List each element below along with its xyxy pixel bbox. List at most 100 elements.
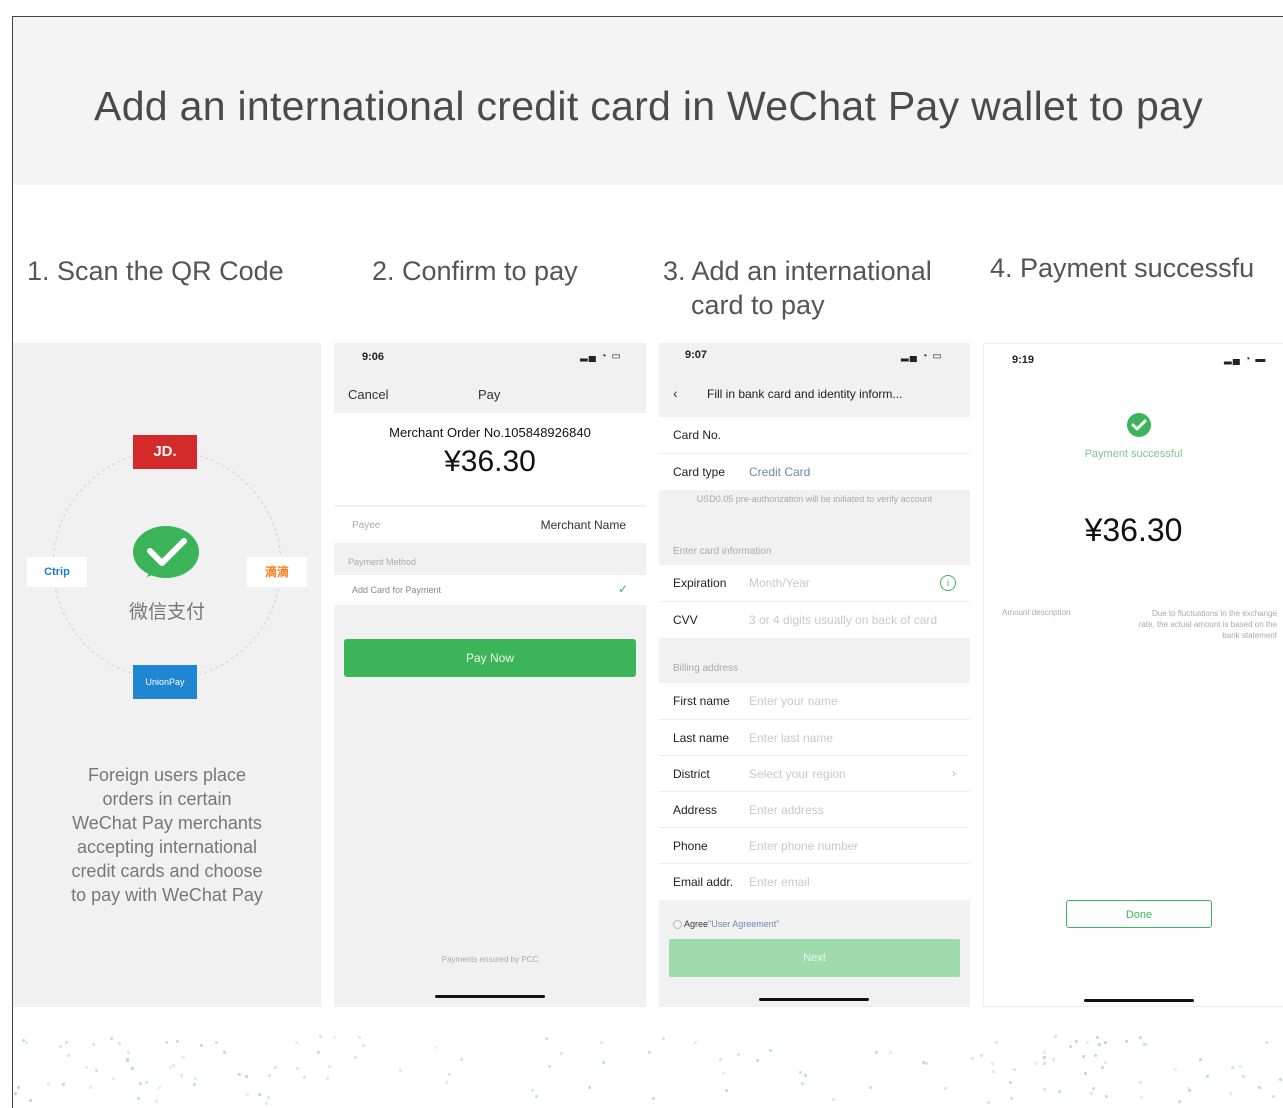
decorative-dot: [801, 1081, 805, 1085]
card-type-row[interactable]: Card type Credit Card: [659, 453, 970, 490]
decorative-dot: [332, 1035, 336, 1039]
cvv-input[interactable]: 3 or 4 digits usually on back of card: [749, 613, 937, 627]
decorative-dot: [1094, 1054, 1098, 1058]
payments-footer: Payments ensured by PCC: [441, 955, 539, 964]
decorative-dot: [1199, 1057, 1203, 1061]
decorative-dot: [1174, 1068, 1178, 1072]
decorative-dot: [1053, 1035, 1057, 1038]
decorative-dot: [1095, 1035, 1099, 1039]
decorative-dot: [125, 1058, 129, 1062]
decorative-dot: [1091, 1086, 1095, 1090]
decorative-dot: [144, 1081, 148, 1085]
card-number-row[interactable]: Card No.: [659, 417, 970, 453]
step-1-description: Foreign users place orders in certain We…: [13, 763, 321, 907]
decorative-dot: [1075, 1040, 1079, 1044]
decorative-dot: [1140, 1096, 1144, 1100]
district-select[interactable]: Select your region: [749, 767, 846, 781]
decorative-dot: [1258, 1086, 1262, 1090]
info-icon[interactable]: i: [940, 575, 956, 591]
cvv-row[interactable]: CVV 3 or 4 digits usually on back of car…: [659, 601, 970, 638]
ctrip-logo: Ctrip: [27, 557, 87, 587]
desc-line: Foreign users place: [87, 765, 247, 785]
step-1-title: 1. Scan the QR Code: [27, 256, 284, 286]
decorative-dot: [200, 1043, 204, 1047]
decorative-dot: [244, 1075, 248, 1078]
agree-checkbox[interactable]: [673, 920, 682, 930]
decorative-dot: [168, 1066, 172, 1070]
decorative-dot: [126, 1050, 130, 1054]
desc-line: credit cards and choose: [71, 861, 263, 881]
chevron-right-icon: ›: [952, 766, 956, 780]
desc-line: to pay with WeChat Pay: [71, 885, 263, 905]
step-4-phone: 9:19 ▂▄ ◔ ▬ Payment successful ¥36.30 Am…: [983, 343, 1283, 1007]
pre-auth-note: USD0.05 pre-authorization will be initia…: [696, 494, 933, 504]
add-card-row[interactable]: Add Card for Payment ✓: [334, 575, 646, 605]
ctrip-logo-text: Ctrip: [44, 566, 70, 578]
address-input[interactable]: Enter address: [749, 803, 824, 817]
decorative-dot: [180, 1073, 183, 1077]
expiration-label: Expiration: [673, 576, 727, 590]
decorative-dot: [155, 1099, 159, 1103]
decorative-dot: [328, 1065, 332, 1069]
page-frame: Add an international credit card in WeCh…: [12, 16, 1283, 1108]
decorative-dot: [1105, 1095, 1109, 1098]
decorative-dot: [1008, 1081, 1012, 1085]
decorative-dot: [1013, 1067, 1017, 1071]
expiration-row[interactable]: Expiration Month/Year i: [659, 565, 970, 601]
decorative-dot: [1057, 1090, 1061, 1094]
payee-row: Payee Merchant Name: [334, 507, 646, 543]
last-name-row[interactable]: Last name Enter last name: [659, 719, 970, 756]
agreement-row[interactable]: Agree"User Agreement": [673, 919, 779, 930]
phone-label: Phone: [673, 839, 708, 853]
decorative-dot: [1125, 1040, 1129, 1044]
decorative-dot: [768, 1048, 772, 1052]
back-chevron-icon[interactable]: ‹: [673, 385, 678, 401]
didi-logo: 滴滴: [247, 557, 307, 587]
decorative-dot: [29, 1098, 33, 1102]
district-row[interactable]: District Select your region ›: [659, 755, 970, 792]
decorative-dot: [979, 1054, 983, 1057]
expiration-input[interactable]: Month/Year: [749, 576, 810, 590]
desc-line: orders in certain: [102, 789, 232, 809]
decorative-dot: [303, 1075, 307, 1079]
user-agreement-link[interactable]: "User Agreement": [708, 919, 779, 929]
phone-row[interactable]: Phone Enter phone number: [659, 827, 970, 864]
cancel-button[interactable]: Cancel: [348, 387, 388, 402]
decorative-dot: [889, 1050, 893, 1054]
decorative-dot: [1043, 1051, 1047, 1055]
jd-logo: JD.: [133, 435, 197, 469]
check-icon: ✓: [617, 582, 628, 596]
pay-header-title: Pay: [478, 387, 501, 402]
decorative-dot: [460, 1058, 464, 1062]
first-name-label: First name: [673, 694, 730, 708]
merchant-order-number: Merchant Order No.105848926840: [389, 425, 591, 440]
success-check-icon: [1127, 413, 1151, 437]
email-input[interactable]: Enter email: [749, 875, 810, 889]
billing-address-label: Billing address: [673, 663, 739, 674]
decorative-dot: [171, 1063, 175, 1067]
done-button[interactable]: Done: [1066, 900, 1212, 928]
step-3-title-line2: card to pay: [691, 290, 825, 320]
decorative-dot: [756, 1059, 760, 1063]
decorative-dot: [266, 1095, 270, 1099]
decorative-dot: [1097, 1043, 1101, 1047]
home-indicator: [1084, 999, 1194, 1002]
first-name-input[interactable]: Enter your name: [749, 694, 838, 708]
unionpay-logo-text: UnionPay: [145, 677, 185, 687]
email-row[interactable]: Email addr. Enter email: [659, 863, 970, 900]
next-button[interactable]: Next: [669, 939, 960, 977]
unionpay-logo: UnionPay: [133, 665, 197, 699]
address-row[interactable]: Address Enter address: [659, 791, 970, 828]
decorative-dot: [354, 1056, 358, 1060]
decorative-dot: [648, 1050, 652, 1054]
pay-now-button[interactable]: Pay Now: [344, 639, 636, 677]
decorative-dot: [24, 1040, 28, 1044]
decorative-dot: [1068, 1045, 1072, 1049]
decorative-dot: [990, 1062, 994, 1066]
decorative-dot: [874, 1050, 878, 1054]
decorative-dot: [84, 1065, 88, 1069]
first-name-row[interactable]: First name Enter your name: [659, 683, 970, 719]
phone-input[interactable]: Enter phone number: [749, 839, 858, 853]
last-name-input[interactable]: Enter last name: [749, 731, 833, 745]
status-time: 9:07: [685, 349, 708, 361]
